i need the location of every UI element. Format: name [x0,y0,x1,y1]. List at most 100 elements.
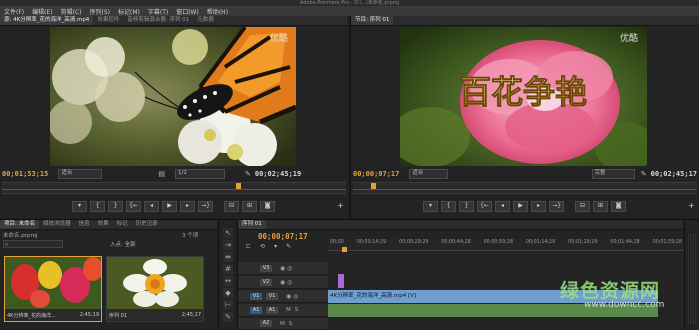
mark-out-button[interactable]: } [108,200,123,212]
pen-tool-icon[interactable]: ✎ [223,312,233,322]
eye-icon[interactable]: ◉ ◎ [280,265,292,272]
entry-point-dropdown[interactable]: 入点: 全部 [110,240,136,248]
add-marker-icon[interactable]: ▾ [274,243,277,250]
tab-info[interactable]: 信息 [75,220,94,229]
source-timecode-out: 00;02;45;19 [254,170,302,178]
step-back-button[interactable]: ◂ [495,200,510,212]
go-to-out-button[interactable]: →} [198,200,213,212]
program-timecode-out: 00;02;45;17 [650,170,697,178]
tab-effects[interactable]: 效果 [94,220,113,229]
eye-icon[interactable]: ◉ ◎ [286,293,298,300]
selection-tool-icon[interactable]: ↖ [223,228,233,238]
solo-button[interactable]: S [295,307,299,313]
source-video-frame: 优酷 [50,27,296,166]
wrench-icon[interactable]: ✎ [245,170,251,178]
project-tab-row: 项目: 未命名 媒体浏览器 信息 效果 标记 历史记录 [0,220,217,230]
source-timecode-in[interactable]: 00;01;53;15 [2,170,48,178]
track-header-v3[interactable]: V3 ◉ ◎ [238,262,328,275]
menu-window[interactable]: 窗口(W) [172,7,203,16]
rolling-edit-tool-icon[interactable]: # [223,264,233,274]
tab-source[interactable]: 源: 4K分辨率_花的海洋_高清.mp4 [0,16,94,25]
go-to-in-button[interactable]: {← [126,200,141,212]
step-back-button[interactable]: ◂ [144,200,159,212]
settings-icon[interactable]: ▤ [158,170,165,178]
tab-sequence[interactable]: 序列 01 [238,220,266,229]
source-ratio-dropdown[interactable]: 1/2 [174,169,225,179]
tab-project[interactable]: 项目: 未命名 [0,220,40,229]
time-ruler[interactable]: 00;00 00;00;14;29 00;00;29;29 00;00;44;2… [328,239,684,251]
slip-tool-icon[interactable]: ⊢ [223,300,233,310]
tab-media-browser[interactable]: 媒体浏览器 [39,220,75,229]
tab-program[interactable]: 节目: 序列 01 [351,16,394,25]
program-quality-dropdown[interactable]: 完整 [591,169,635,179]
source-fit-dropdown[interactable]: 适合 [58,169,103,179]
wrench-icon[interactable]: ✎ [641,170,647,178]
tab-effect-controls[interactable]: 效果控件 [93,16,123,25]
step-forward-button[interactable]: ▸ [531,200,546,212]
step-forward-button[interactable]: ▸ [180,200,195,212]
mark-in-button[interactable]: { [441,200,456,212]
mute-button[interactable]: M [286,307,291,313]
marker-button[interactable]: ▾ [423,200,438,212]
track-label: A1 [266,306,278,314]
export-frame-button[interactable]: ◙ [611,200,626,212]
export-frame-button[interactable]: ◙ [260,200,275,212]
menu-sequence[interactable]: 序列(S) [86,7,115,16]
source-patch-a1[interactable]: A1 [250,306,262,314]
source-monitor-panel: 源: 4K分辨率_花的海洋_高清.mp4 效果控件 音频剪辑混合器: 序列 01… [0,16,348,218]
menu-help[interactable]: 帮助(H) [203,7,232,16]
snap-icon[interactable]: ⊏ [246,243,251,250]
ripple-edit-tool-icon[interactable]: ⇹ [223,252,233,262]
track-header-a1[interactable]: A1 A1 M S [238,304,328,317]
eye-icon[interactable]: ◉ ◎ [280,279,292,286]
title-clip-v2[interactable] [338,274,344,288]
sequence-name: 序列 01 [109,313,127,319]
source-scrub-bar[interactable] [2,182,346,194]
ruler-tick: 00;01;14;29 [525,240,556,245]
source-patch-v1[interactable]: V1 [250,292,262,300]
project-item-sequence[interactable]: 序列 01 2;45;17 [106,256,204,322]
add-button-icon[interactable]: + [337,201,344,210]
mark-in-button[interactable]: { [90,200,105,212]
menu-clip[interactable]: 剪辑(C) [57,7,86,16]
track-select-tool-icon[interactable]: ⇥ [223,240,233,250]
project-item-clip[interactable]: 4K分辨率_花的海洋... 2;45;19 [4,256,103,322]
project-search-input[interactable]: ⌕ [3,240,63,248]
marker-button[interactable]: ▾ [72,200,87,212]
go-to-in-button[interactable]: {← [477,200,492,212]
tab-markers[interactable]: 标记 [113,220,132,229]
program-video-frame: 百花争艳 优酷 [400,27,647,166]
lift-button[interactable]: ⊟ [575,200,590,212]
program-timecode-in[interactable]: 00;00;07;17 [353,170,399,178]
menu-file[interactable]: 文件(F) [0,7,28,16]
track-header-v1[interactable]: V1 V1 ◉ ◎ [238,290,328,303]
project-panel: 项目: 未命名 媒体浏览器 信息 效果 标记 历史记录 未命名.prproj 3… [0,219,217,329]
overwrite-button[interactable]: ⊞ [242,200,257,212]
rate-stretch-tool-icon[interactable]: ↔ [223,276,233,286]
timeline-settings-icon[interactable]: ✎ [286,243,291,250]
program-fit-dropdown[interactable]: 适合 [409,169,448,179]
extract-button[interactable]: ⊞ [593,200,608,212]
link-icon[interactable]: ⟲ [260,243,265,250]
menu-title[interactable]: 字幕(T) [144,7,172,16]
razor-tool-icon[interactable]: ◆ [223,288,233,298]
go-to-out-button[interactable]: →} [549,200,564,212]
menu-edit[interactable]: 编辑(E) [28,7,56,16]
audio-meters [684,219,699,329]
tab-history[interactable]: 历史记录 [132,220,162,229]
sequence-duration: 2;45;17 [181,312,201,318]
insert-button[interactable]: ⊟ [224,200,239,212]
play-button[interactable]: ▶ [162,200,177,212]
timeline-timecode[interactable]: 00;00;07;17 [258,232,308,241]
tab-metadata[interactable]: 元数据 [193,16,218,25]
tab-audio-clip-mixer[interactable]: 音频剪辑混合器: 序列 01 [123,16,193,25]
track-header-a2[interactable]: A2 M S [238,318,328,330]
track-header-v2[interactable]: V2 ◉ ◎ [238,276,328,289]
mark-out-button[interactable]: } [459,200,474,212]
mute-button[interactable]: M [280,321,285,327]
solo-button[interactable]: S [289,321,293,327]
play-button[interactable]: ▶ [513,200,528,212]
program-scrub-bar[interactable] [353,182,697,194]
add-button-icon[interactable]: + [688,201,695,210]
menu-marker[interactable]: 标记(M) [114,7,144,16]
